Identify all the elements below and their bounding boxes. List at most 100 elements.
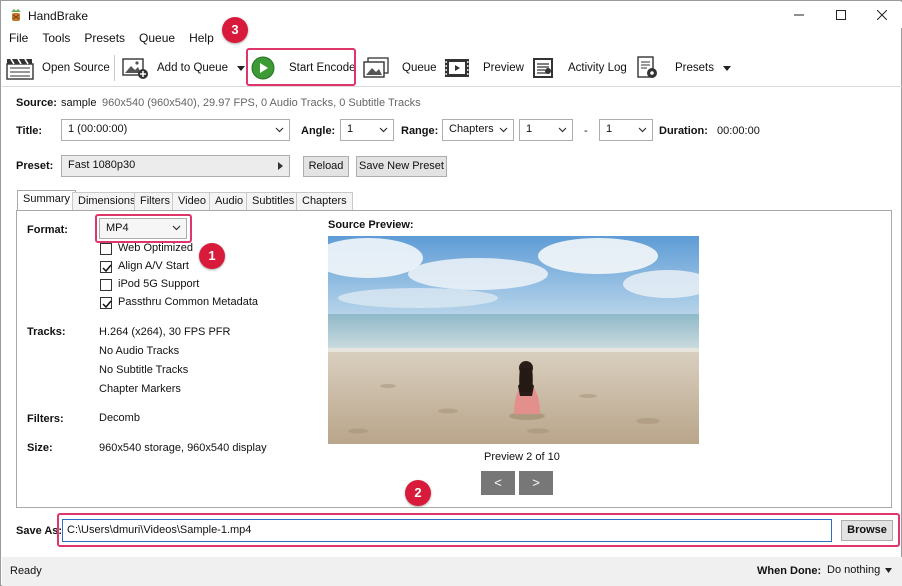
previous-preview-button[interactable]: < (481, 471, 515, 495)
clapperboard-icon (6, 58, 34, 80)
next-preview-button[interactable]: > (519, 471, 553, 495)
chevron-down-icon (638, 127, 647, 133)
menu-bar: File Tools Presets Queue Help (2, 28, 902, 48)
title-select[interactable]: 1 (00:00:00) (61, 119, 290, 141)
track-video: H.264 (x264), 30 FPS PFR (99, 326, 231, 338)
menu-file[interactable]: File (2, 31, 35, 45)
activity-log-icon (533, 58, 553, 78)
menu-queue[interactable]: Queue (132, 31, 182, 45)
source-info: 960x540 (960x540), 29.97 FPS, 0 Audio Tr… (102, 97, 421, 109)
callout-1: 1 (199, 243, 225, 269)
preset-label: Preset: (16, 160, 54, 172)
track-chapters: Chapter Markers (99, 383, 181, 395)
when-done-value: Do nothing (827, 564, 881, 576)
highlight-start-encode (246, 48, 356, 86)
source-preview-image (328, 236, 699, 444)
range-start-select[interactable]: 1 (519, 119, 573, 141)
menu-tools[interactable]: Tools (35, 31, 77, 45)
tab-filters[interactable]: Filters (134, 192, 176, 210)
size-label: Size: (27, 442, 53, 454)
open-source-label: Open Source (42, 62, 110, 74)
open-source-button[interactable]: Open Source (6, 51, 110, 85)
tab-chapters[interactable]: Chapters (296, 192, 353, 210)
angle-label: Angle: (301, 125, 336, 137)
ipod-5g-support-checkbox[interactable] (100, 279, 112, 291)
filters-label: Filters: (27, 413, 64, 425)
checkmark-icon (102, 300, 112, 309)
queue-button[interactable]: Queue (362, 51, 437, 85)
size-value: 960x540 storage, 960x540 display (99, 442, 267, 454)
presets-label: Presets (675, 62, 714, 74)
callout-3: 3 (222, 17, 248, 43)
highlight-save-as (57, 513, 900, 547)
duration-label: Duration: (659, 125, 708, 137)
range-end-value: 1 (606, 123, 613, 135)
callout-2: 2 (405, 480, 431, 506)
title-label: Title: (16, 125, 43, 137)
tab-dimensions[interactable]: Dimensions (72, 192, 142, 210)
web-optimized-checkbox[interactable] (100, 243, 112, 255)
passthru-metadata-label: Passthru Common Metadata (118, 296, 259, 308)
dropdown-arrow-icon (885, 568, 893, 573)
add-to-queue-button[interactable]: Add to Queue (121, 51, 245, 85)
checkmark-icon (102, 264, 112, 273)
align-av-start-checkbox[interactable] (100, 261, 112, 273)
angle-select[interactable]: 1 (340, 119, 394, 141)
range-label: Range: (401, 125, 439, 137)
status-text: Ready (10, 565, 42, 577)
maximize-button[interactable] (819, 2, 863, 28)
source-label: Source: (16, 97, 57, 109)
range-end-select[interactable]: 1 (599, 119, 653, 141)
chevron-down-icon (558, 127, 567, 133)
toolbar: Open Source Add to Queue Start Encode Qu… (2, 49, 902, 87)
handbrake-pineapple-icon (11, 9, 21, 21)
highlight-format (95, 214, 192, 243)
passthru-metadata-checkbox[interactable] (100, 297, 112, 309)
range-start-value: 1 (526, 123, 533, 135)
range-mode-select[interactable]: Chapters (442, 119, 514, 141)
track-audio: No Audio Tracks (99, 345, 180, 357)
presets-button[interactable]: Presets (635, 51, 731, 85)
dropdown-arrow-icon (723, 65, 731, 71)
minimize-button[interactable] (777, 2, 821, 28)
activity-log-button[interactable]: Activity Log (531, 51, 627, 85)
format-label: Format: (27, 224, 68, 236)
add-to-queue-label: Add to Queue (157, 62, 228, 74)
tab-video[interactable]: Video (172, 192, 212, 210)
source-preview-label: Source Preview: (328, 219, 414, 231)
tab-summary[interactable]: Summary (17, 190, 77, 211)
beach-photo (328, 236, 699, 444)
handbrake-window: HandBrake File Tools Presets Queue Help … (0, 0, 902, 586)
ipod-5g-support-label: iPod 5G Support (118, 278, 200, 290)
presets-gear-icon (637, 56, 657, 78)
preview-button[interactable]: Preview (444, 51, 524, 85)
preset-select-value: Fast 1080p30 (68, 159, 136, 171)
when-done-select[interactable]: Do nothing (827, 564, 893, 576)
tracks-label: Tracks: (27, 326, 66, 338)
range-mode-value: Chapters (449, 123, 494, 135)
preset-select[interactable]: Fast 1080p30 (61, 155, 290, 177)
chevron-down-icon (499, 127, 508, 133)
save-as-label: Save As: (16, 525, 63, 537)
source-name: sample (61, 97, 97, 109)
window-title: HandBrake (28, 9, 89, 23)
add-image-icon (122, 58, 148, 79)
save-new-preset-button[interactable]: Save New Preset (356, 156, 447, 177)
tab-audio[interactable]: Audio (209, 192, 250, 210)
menu-presets[interactable]: Presets (77, 31, 132, 45)
tab-subtitles[interactable]: Subtitles (246, 192, 301, 210)
angle-select-value: 1 (347, 123, 354, 135)
chevron-down-icon (379, 127, 388, 133)
reload-button[interactable]: Reload (303, 156, 349, 177)
track-subtitles: No Subtitle Tracks (99, 364, 189, 376)
chevron-right-icon (278, 162, 283, 170)
range-dash: - (584, 125, 588, 137)
preview-label: Preview (483, 62, 524, 74)
chevron-down-icon (275, 127, 284, 133)
minimize-icon (794, 14, 804, 16)
maximize-icon (836, 10, 846, 20)
when-done-label: When Done: (757, 565, 822, 577)
menu-help[interactable]: Help (182, 31, 221, 45)
close-button[interactable] (860, 2, 902, 28)
film-strip-icon (445, 59, 469, 77)
